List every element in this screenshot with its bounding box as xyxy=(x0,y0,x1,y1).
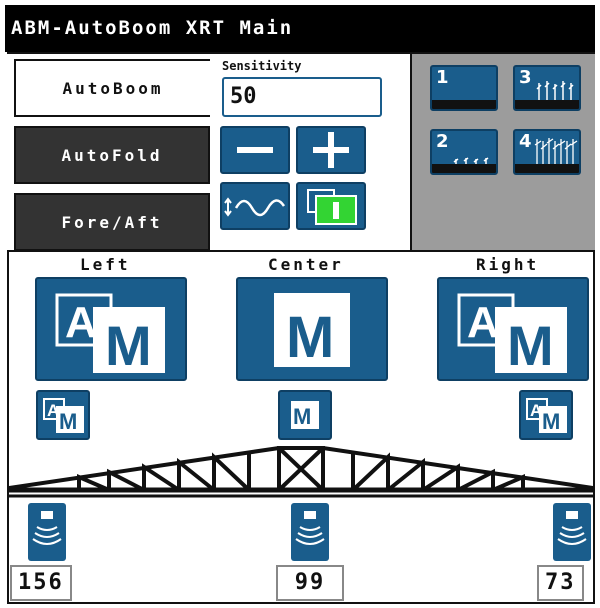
ground-icon xyxy=(432,100,496,109)
center-status-indicator: M xyxy=(278,390,332,440)
center-mode-button[interactable]: M xyxy=(236,277,388,381)
preset-1-label: 1 xyxy=(436,67,449,88)
ground-icon xyxy=(432,164,496,173)
tall-crop-icon xyxy=(536,81,574,101)
sensitivity-input[interactable]: 50 xyxy=(222,77,382,117)
window-title: ABM-AutoBoom XRT Main xyxy=(5,5,595,52)
tab-autofold[interactable]: AutoFold xyxy=(14,126,210,184)
preset-3-label: 3 xyxy=(519,67,532,88)
auto-manual-icon: A M xyxy=(457,293,567,377)
right-status-indicator: A M xyxy=(519,390,573,440)
increase-button[interactable] xyxy=(296,126,366,174)
plus-icon xyxy=(313,132,349,168)
manual-icon: M xyxy=(291,401,319,429)
svg-text:A: A xyxy=(467,298,499,347)
ultrasonic-sensor-icon xyxy=(557,511,587,545)
center-sensor-icon xyxy=(291,503,329,561)
tab-autoboom[interactable]: AutoBoom xyxy=(14,59,210,117)
terrain-wave-icon xyxy=(224,197,286,217)
boom-truss-graphic xyxy=(9,446,593,498)
enable-toggle-button[interactable] xyxy=(296,182,366,230)
decrease-button[interactable] xyxy=(220,126,290,174)
sensitivity-label: Sensitivity xyxy=(222,59,302,73)
svg-text:M: M xyxy=(105,314,152,377)
preset-2-label: 2 xyxy=(436,131,449,152)
preset-3-button[interactable]: 3 xyxy=(513,65,581,111)
preset-1-button[interactable]: 1 xyxy=(430,65,498,111)
center-sensor-value: 99 xyxy=(276,565,344,601)
svg-text:A: A xyxy=(65,298,97,347)
svg-text:M: M xyxy=(59,409,77,434)
svg-text:M: M xyxy=(507,314,554,377)
right-mode-button[interactable]: A M xyxy=(437,277,589,381)
left-mode-button[interactable]: A M xyxy=(35,277,187,381)
svg-text:M: M xyxy=(542,409,560,434)
right-sensor-icon xyxy=(553,503,591,561)
preset-2-button[interactable]: 2 xyxy=(430,129,498,175)
terrain-mode-button[interactable] xyxy=(220,182,290,230)
section-label-right: Right xyxy=(476,255,540,274)
minus-icon xyxy=(237,147,273,153)
preset-4-label: 4 xyxy=(519,131,532,152)
right-sensor-value: 73 xyxy=(537,565,584,601)
section-label-center: Center xyxy=(268,255,344,274)
left-sensor-value: 156 xyxy=(10,565,72,601)
dense-crop-icon xyxy=(534,138,578,165)
ground-icon xyxy=(515,100,579,109)
auto-manual-icon: A M xyxy=(526,398,567,434)
auto-manual-icon: A M xyxy=(55,293,165,377)
section-label-left: Left xyxy=(80,255,131,274)
power-toggle-icon xyxy=(307,189,357,225)
tab-fore-aft[interactable]: Fore/Aft xyxy=(14,193,210,251)
left-status-indicator: A M xyxy=(36,390,90,440)
svg-text:M: M xyxy=(286,305,334,370)
left-sensor-icon xyxy=(28,503,66,561)
preset-4-button[interactable]: 4 xyxy=(513,129,581,175)
svg-text:M: M xyxy=(293,404,311,429)
auto-manual-icon: A M xyxy=(43,398,84,434)
manual-icon: M xyxy=(274,293,350,370)
ground-icon xyxy=(515,164,579,173)
ultrasonic-sensor-icon xyxy=(295,511,325,545)
ultrasonic-sensor-icon xyxy=(32,511,62,545)
